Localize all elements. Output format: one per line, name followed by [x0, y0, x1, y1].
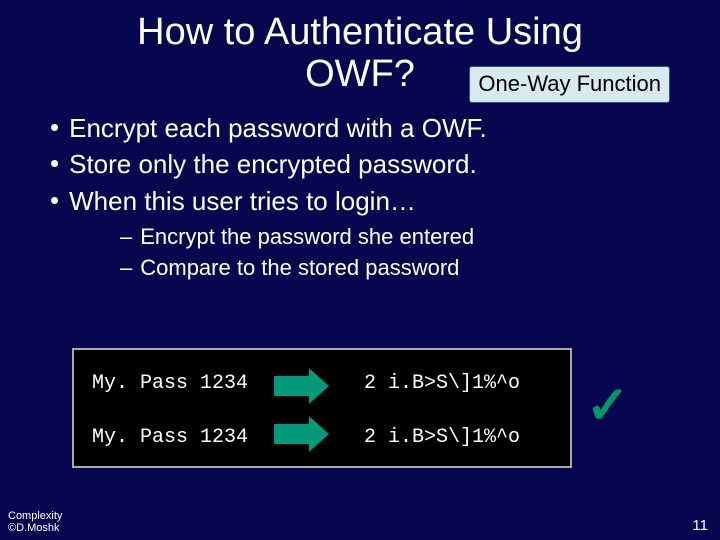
- title-area: How to Authenticate Using OWF? One-Way F…: [40, 12, 680, 96]
- title-line-1: How to Authenticate Using: [40, 12, 680, 54]
- sub-bullet-text: Encrypt the password she entered: [140, 223, 474, 252]
- dash-icon: –: [120, 223, 132, 252]
- output-hash-1: 2 i.B>S\]1%^o: [364, 372, 520, 395]
- arrow-right-icon: [274, 416, 329, 452]
- arrow-group: [274, 368, 329, 452]
- footer-credit: Complexity ©D.Moshk: [8, 510, 62, 534]
- list-item: • Store only the encrypted password.: [50, 148, 700, 181]
- dash-icon: –: [120, 254, 132, 283]
- footer-line-2: ©D.Moshk: [8, 522, 62, 534]
- password-diagram: My. Pass 1234 2 i.B>S\]1%^o My. Pass 123…: [72, 348, 642, 468]
- page-number: 11: [692, 517, 708, 534]
- list-item: • When this user tries to login…: [50, 185, 700, 218]
- sub-bullet-text: Compare to the stored password: [140, 254, 459, 283]
- arrow-right-icon: [274, 368, 329, 404]
- slide: How to Authenticate Using OWF? One-Way F…: [0, 0, 720, 540]
- input-password-2: My. Pass 1234: [92, 426, 248, 449]
- owf-box: My. Pass 1234 2 i.B>S\]1%^o My. Pass 123…: [72, 348, 572, 468]
- output-hash-2: 2 i.B>S\]1%^o: [364, 426, 520, 449]
- bullet-list: • Encrypt each password with a OWF. • St…: [50, 112, 700, 283]
- bullet-icon: •: [50, 148, 59, 179]
- checkmark-icon: ✓: [586, 380, 630, 432]
- bullet-text: Store only the encrypted password.: [69, 148, 477, 181]
- footer-line-1: Complexity: [8, 510, 62, 522]
- bullet-icon: •: [50, 185, 59, 216]
- bullet-text: Encrypt each password with a OWF.: [69, 112, 487, 145]
- bullet-icon: •: [50, 112, 59, 143]
- list-item: – Compare to the stored password: [120, 254, 700, 283]
- list-item: • Encrypt each password with a OWF.: [50, 112, 700, 145]
- owf-callout: One-Way Function: [469, 66, 670, 103]
- list-item: – Encrypt the password she entered: [120, 223, 700, 252]
- sub-bullet-list: – Encrypt the password she entered – Com…: [120, 223, 700, 282]
- input-password-1: My. Pass 1234: [92, 372, 248, 395]
- bullet-text: When this user tries to login…: [69, 185, 416, 218]
